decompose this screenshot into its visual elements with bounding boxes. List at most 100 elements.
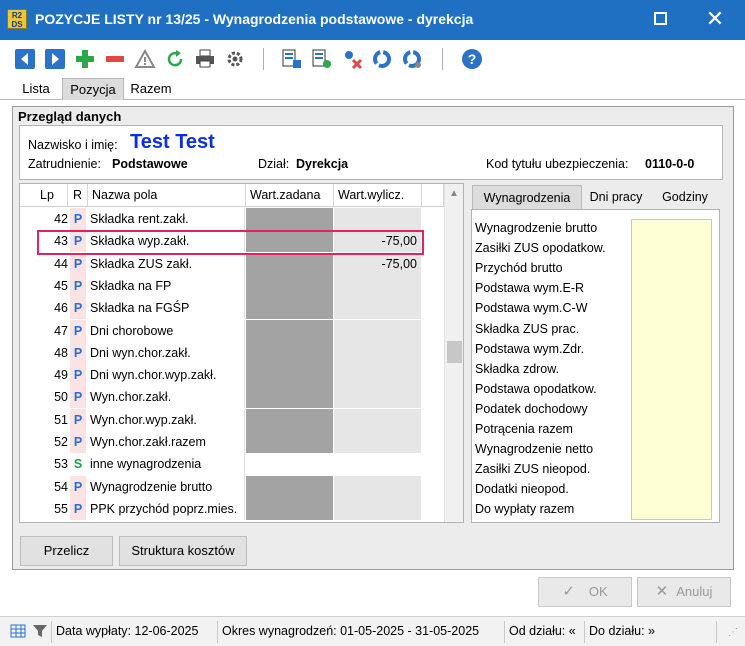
status-separator bbox=[217, 621, 218, 643]
add-icon bbox=[76, 50, 94, 68]
tab-godziny[interactable]: Godziny bbox=[652, 185, 718, 209]
row-type: P bbox=[70, 297, 86, 320]
filter-icon[interactable] bbox=[32, 623, 48, 642]
row-set-value[interactable] bbox=[246, 386, 333, 409]
row-extra bbox=[422, 364, 444, 387]
summary-label: Podstawa wym.C-W bbox=[475, 301, 588, 316]
row-set-value[interactable] bbox=[246, 274, 333, 297]
row-set-value[interactable] bbox=[246, 497, 333, 520]
table-row[interactable]: 42 P Składka rent.zakł. bbox=[20, 208, 444, 230]
recalc-button[interactable]: Przelicz bbox=[20, 536, 113, 566]
table-row[interactable]: 54 P Wynagrodzenie brutto bbox=[20, 475, 444, 498]
row-type: P bbox=[70, 386, 86, 409]
calc-button[interactable] bbox=[281, 48, 303, 70]
tab-wynagrodzenia[interactable]: Wynagrodzenia bbox=[472, 185, 582, 209]
row-name: Składka rent.zakł. bbox=[90, 208, 245, 230]
ok-label: OK bbox=[588, 584, 608, 599]
row-calc-value bbox=[334, 453, 421, 476]
row-set-value[interactable] bbox=[246, 252, 333, 275]
row-lp: 46 bbox=[54, 301, 68, 316]
calc-icon bbox=[282, 49, 301, 68]
nav-back-button[interactable] bbox=[14, 48, 36, 70]
row-lp: 47 bbox=[54, 323, 68, 338]
toolbar: ? bbox=[0, 40, 745, 78]
summary-label: Do wypłaty razem bbox=[475, 502, 575, 517]
nav-forward-button[interactable] bbox=[44, 48, 66, 70]
close-button[interactable]: ✕ bbox=[700, 6, 730, 32]
row-name: Wyn.chor.zakł.razem bbox=[90, 431, 245, 453]
table-row[interactable]: 48 P Dni wyn.chor.zakł. bbox=[20, 341, 444, 364]
table-row[interactable]: 49 P Dni wyn.chor.wyp.zakł. bbox=[20, 364, 444, 387]
row-lp: 55 bbox=[54, 501, 68, 516]
table-row[interactable]: 55 P PPK przychód poprz.mies. bbox=[20, 497, 444, 520]
cancel-button[interactable]: ✕ Anuluj bbox=[637, 577, 731, 607]
col-header-lp[interactable]: Lp bbox=[20, 184, 68, 207]
warning-button[interactable] bbox=[134, 48, 156, 70]
col-header-r[interactable]: R bbox=[68, 184, 88, 207]
table-row[interactable]: 52 P Wyn.chor.zakł.razem bbox=[20, 431, 444, 453]
name-label: Nazwisko i imię: bbox=[28, 138, 118, 152]
row-name: Składka na FGŚP bbox=[90, 297, 245, 320]
tab-dni-pracy[interactable]: Dni pracy bbox=[583, 185, 649, 209]
row-extra bbox=[422, 431, 444, 453]
summary-label: Podatek dochodowy bbox=[475, 401, 588, 416]
row-set-value[interactable] bbox=[246, 319, 333, 342]
print-button[interactable] bbox=[194, 48, 216, 70]
main-tabs: Lista Pozycja Razem bbox=[0, 78, 745, 100]
cost-structure-button[interactable]: Struktura kosztów bbox=[119, 536, 247, 566]
maximize-button[interactable] bbox=[648, 6, 674, 32]
summary-label: Potrącenia razem bbox=[475, 422, 573, 436]
department-value: Dyrekcja bbox=[296, 157, 349, 171]
settings-button[interactable] bbox=[224, 48, 246, 70]
summary-label: Przychód brutto bbox=[475, 261, 563, 276]
row-name: PPK przychód poprz.mies. bbox=[90, 497, 245, 520]
grid-scrollbar[interactable]: ▲ bbox=[444, 184, 463, 522]
table-row[interactable]: 44 P Składka ZUS zakł. -75,00 bbox=[20, 252, 444, 275]
row-extra bbox=[422, 208, 444, 230]
row-set-value[interactable] bbox=[246, 208, 333, 230]
col-header-calc[interactable]: Wart.wylicz. bbox=[334, 184, 422, 207]
circle-button[interactable] bbox=[371, 48, 393, 70]
table-row[interactable]: 47 P Dni chorobowe bbox=[20, 319, 444, 342]
table-row[interactable]: 51 P Wyn.chor.wyp.zakł. bbox=[20, 408, 444, 431]
tab-pozycja[interactable]: Pozycja bbox=[62, 78, 124, 100]
scroll-thumb[interactable] bbox=[447, 341, 462, 363]
table-row[interactable]: 50 P Wyn.chor.zakł. bbox=[20, 386, 444, 409]
row-set-value[interactable] bbox=[246, 431, 333, 453]
scroll-up-icon[interactable]: ▲ bbox=[448, 188, 460, 200]
row-set-value[interactable] bbox=[246, 453, 333, 476]
delete-button[interactable] bbox=[341, 48, 363, 70]
ok-button[interactable]: ✓ OK bbox=[538, 577, 632, 607]
row-calc-value bbox=[334, 431, 421, 453]
row-set-value[interactable] bbox=[246, 408, 333, 431]
employee-name: Test Test bbox=[130, 131, 215, 153]
insurance-label: Kod tytułu ubezpieczenia: bbox=[486, 157, 629, 171]
row-type: P bbox=[70, 431, 86, 453]
help-button[interactable]: ? bbox=[461, 48, 483, 70]
tab-razem[interactable]: Razem bbox=[125, 78, 177, 100]
table-row[interactable]: 46 P Składka na FGŚP bbox=[20, 297, 444, 320]
table-row[interactable]: 53 Sinne wynagrodzenia bbox=[20, 453, 444, 476]
row-lp: 49 bbox=[54, 368, 68, 383]
row-type: P bbox=[70, 408, 86, 431]
resize-grip-icon[interactable]: ⋰ bbox=[728, 627, 738, 638]
circle-export-button[interactable] bbox=[401, 48, 423, 70]
table-icon[interactable] bbox=[10, 623, 26, 642]
calc-export-button[interactable] bbox=[311, 48, 333, 70]
row-set-value[interactable] bbox=[246, 364, 333, 387]
col-header-name[interactable]: Nazwa pola bbox=[88, 184, 246, 207]
row-set-value[interactable] bbox=[246, 297, 333, 320]
remove-button[interactable] bbox=[104, 48, 126, 70]
add-button[interactable] bbox=[74, 48, 96, 70]
row-calc-value bbox=[334, 364, 421, 387]
row-name: inne wynagrodzenia bbox=[90, 453, 245, 476]
row-set-value[interactable] bbox=[246, 341, 333, 364]
refresh-button[interactable] bbox=[164, 48, 186, 70]
col-header-set[interactable]: Wart.zadana bbox=[246, 184, 334, 207]
tab-lista[interactable]: Lista bbox=[12, 78, 60, 100]
row-extra bbox=[422, 386, 444, 409]
row-set-value[interactable] bbox=[246, 475, 333, 498]
table-row[interactable]: 45 P Składka na FP bbox=[20, 274, 444, 297]
row-name: Dni chorobowe bbox=[90, 319, 245, 342]
row-lp: 50 bbox=[54, 390, 68, 405]
